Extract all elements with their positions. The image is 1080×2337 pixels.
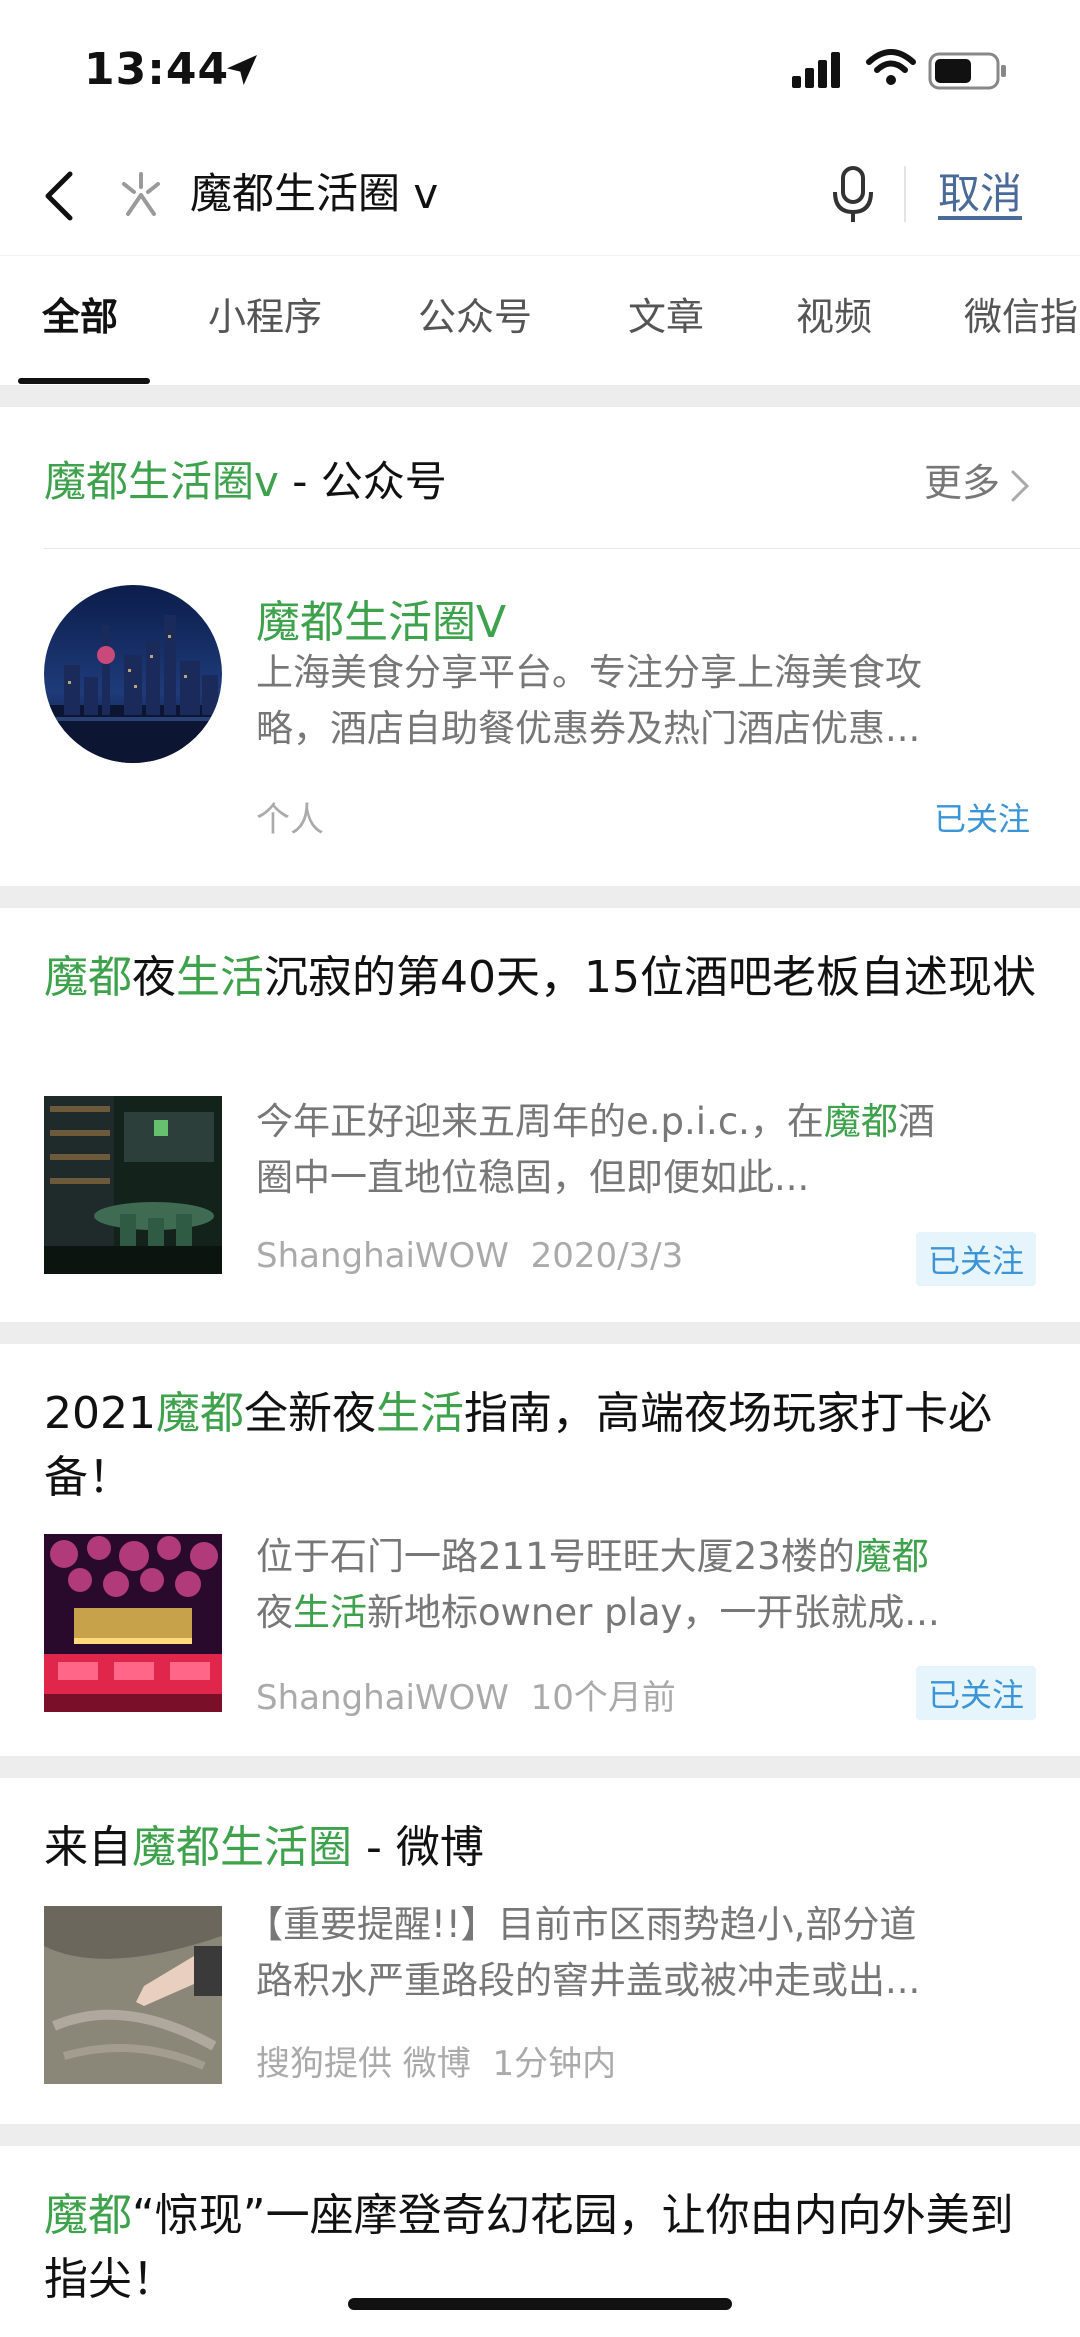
search-logo-icon — [122, 172, 160, 216]
article-snippet-line1: 今年正好迎来五周年的e.p.i.c.，在魔都酒 — [256, 1100, 935, 1143]
battery-icon — [928, 52, 1006, 90]
article-title[interactable]: 魔都“惊现”一座摩登奇幻花园，让你由内向外美到指尖！ — [44, 2184, 1044, 2312]
section-gap — [0, 1322, 1080, 1344]
account-name[interactable]: 魔都生活圈V — [256, 586, 506, 650]
home-indicator[interactable] — [348, 2298, 732, 2310]
wifi-icon — [866, 49, 916, 85]
weibo-thumbnail[interactable] — [44, 1906, 222, 2084]
follow-status-badge: 已关注 — [915, 1232, 1036, 1286]
weibo-suffix: - 微博 — [352, 1822, 484, 1873]
weibo-prefix: 来自 — [44, 1822, 132, 1873]
article-thumbnail[interactable] — [44, 1534, 222, 1712]
article-source: ShanghaiWOW — [256, 1236, 509, 1276]
article-meta: ShanghaiWOW 2020/3/3 — [256, 1236, 683, 1276]
title-text: 全新夜 — [243, 1388, 376, 1439]
section-gap — [0, 385, 1080, 407]
microphone-icon[interactable] — [830, 164, 876, 226]
back-chevron-icon[interactable] — [40, 168, 80, 224]
weibo-snippet-line1: 【重要提醒!!】目前市区雨势趋小,部分道 — [246, 1903, 917, 1946]
cancel-button[interactable]: 取消 — [938, 164, 1022, 224]
weibo-meta: 搜狗提供 微博 1分钟内 — [256, 2036, 616, 2085]
weibo-provider: 搜狗提供 微博 — [256, 2044, 471, 2084]
location-arrow-icon — [227, 55, 257, 85]
section-gap — [0, 1756, 1080, 1778]
title-highlight: 魔都 — [155, 1388, 244, 1439]
active-tab-indicator — [18, 378, 150, 384]
tab-mini-programs[interactable]: 小程序 — [208, 286, 322, 341]
status-time: 13:44 — [84, 44, 230, 95]
article-title[interactable]: 2021魔都全新夜生活指南，高端夜场玩家打卡必备！ — [44, 1382, 1044, 1510]
more-button[interactable]: 更多 — [924, 452, 1030, 507]
article-thumbnail[interactable] — [44, 1096, 222, 1274]
title-text: “惊现”一座摩登奇幻花园，让你由内向外美到指尖！ — [44, 2190, 1014, 2305]
search-input[interactable]: 魔都生活圈 v — [190, 164, 438, 224]
article-meta: ShanghaiWOW 10个月前 — [256, 1670, 676, 1719]
more-label: 更多 — [923, 461, 1000, 505]
account-avatar[interactable] — [44, 585, 222, 763]
weibo-name: 魔都生活圈 — [132, 1822, 352, 1873]
cellular-signal-icon — [792, 52, 840, 88]
tab-official-accounts[interactable]: 公众号 — [418, 286, 532, 341]
divider — [44, 548, 1080, 549]
follow-status-badge: 已关注 — [915, 1666, 1036, 1720]
article-snippet-line2: 圈中一直地位稳固，但即便如此... — [256, 1156, 810, 1199]
tab-wechat-index[interactable]: 微信指 — [964, 286, 1078, 341]
account-header-suffix: - 公众号 — [278, 457, 447, 506]
section-gap — [0, 2124, 1080, 2146]
filter-tabs: 全部 小程序 公众号 文章 视频 微信指 — [0, 255, 1080, 385]
article-title[interactable]: 魔都夜生活沉寂的第40天，15位酒吧老板自述现状 — [44, 946, 1044, 1010]
account-description-line1: 上海美食分享平台。专注分享上海美食攻 — [256, 651, 922, 694]
article-date: 2020/3/3 — [530, 1236, 684, 1276]
article-date: 10个月前 — [530, 1678, 676, 1718]
title-highlight: 魔都 — [44, 2190, 132, 2241]
search-bar: 魔都生活圈 v 取消 — [0, 140, 1080, 255]
account-type: 个人 — [256, 800, 324, 840]
article-snippet-line1: 位于石门一路211号旺旺大厦23楼的魔都 — [256, 1535, 929, 1578]
article-snippet-line2: 夜生活新地标owner play，一开张就成... — [256, 1591, 940, 1634]
title-text: 2021 — [44, 1388, 156, 1439]
weibo-time: 1分钟内 — [492, 2044, 617, 2084]
account-description-line2: 略，酒店自助餐优惠券及热门酒店优惠... — [256, 707, 921, 750]
article-source: ShanghaiWOW — [256, 1678, 509, 1718]
tab-articles[interactable]: 文章 — [628, 286, 704, 341]
search-results-screen: 13:44 魔都生活圈 v 取消 全部 小程序 公众号 文章 视频 微信指 魔都… — [0, 0, 1080, 2337]
section-gap — [0, 886, 1080, 908]
tab-videos[interactable]: 视频 — [796, 286, 872, 341]
title-highlight: 生活 — [176, 952, 264, 1003]
weibo-section-header[interactable]: 来自魔都生活圈 - 微博 — [44, 1816, 484, 1880]
follow-status: 已关注 — [933, 800, 1030, 838]
title-text: 夜 — [132, 952, 176, 1003]
title-text: 沉寂的第40天，15位酒吧老板自述现状 — [264, 952, 1036, 1003]
account-section-header: 魔都生活圈v - 公众号 — [44, 450, 447, 514]
title-highlight: 生活 — [375, 1388, 464, 1439]
status-bar: 13:44 — [0, 0, 1080, 140]
tab-all[interactable]: 全部 — [42, 286, 118, 341]
divider — [904, 166, 906, 222]
chevron-right-icon — [1011, 470, 1030, 501]
account-header-name: 魔都生活圈v — [44, 457, 279, 506]
title-highlight: 魔都 — [44, 952, 132, 1003]
weibo-snippet-line2: 路积水严重路段的窨井盖或被冲走或出... — [256, 1959, 921, 2002]
